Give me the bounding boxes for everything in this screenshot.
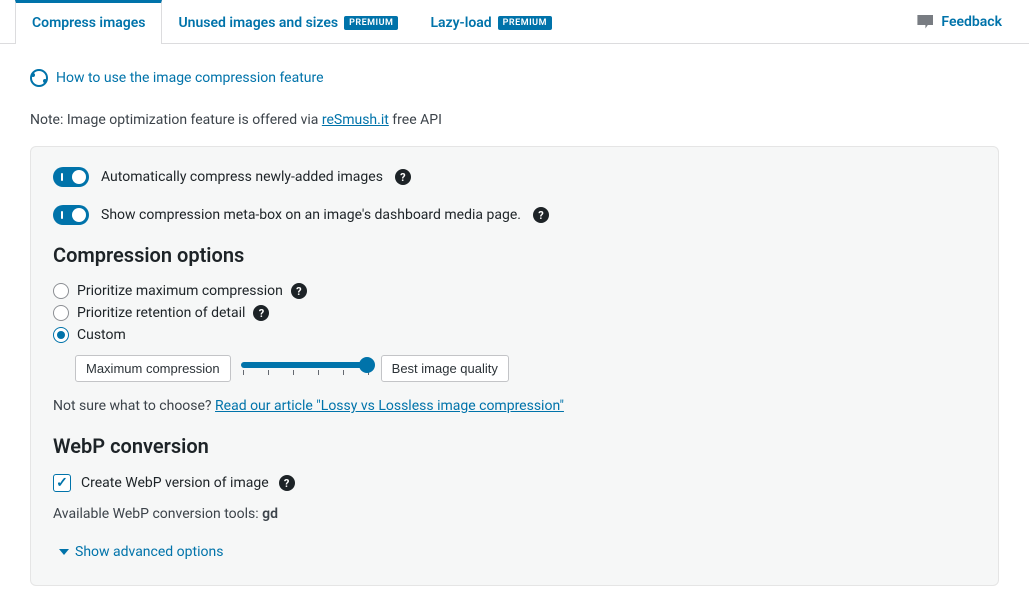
tab-lazy-load[interactable]: Lazy-load PREMIUM <box>414 0 568 43</box>
tab-unused-images[interactable]: Unused images and sizes PREMIUM <box>162 0 414 43</box>
slider-ticks <box>241 370 371 375</box>
checkbox-label: Create WebP version of image <box>81 475 269 491</box>
best-quality-button[interactable]: Best image quality <box>381 355 509 382</box>
radio-label: Custom <box>77 327 126 343</box>
quality-slider[interactable] <box>241 362 371 375</box>
show-advanced-toggle[interactable]: Show advanced options <box>59 544 976 560</box>
toggle-auto-compress-row: Automatically compress newly-added image… <box>53 167 976 187</box>
lossy-article-link[interactable]: Read our article "Lossy vs Lossless imag… <box>215 398 564 414</box>
settings-panel: Automatically compress newly-added image… <box>30 146 999 586</box>
tab-compress-images[interactable]: Compress images <box>15 0 162 44</box>
resmush-link[interactable]: reSmush.it <box>322 112 389 128</box>
main-content: How to use the image compression feature… <box>0 44 1029 611</box>
help-tooltip-icon[interactable]: ? <box>395 169 411 185</box>
advanced-label: Show advanced options <box>75 544 223 560</box>
help-icon <box>30 69 48 87</box>
radio-max-compression[interactable] <box>53 283 69 299</box>
note-prefix: Note: Image optimization feature is offe… <box>30 112 322 128</box>
webp-checkbox[interactable] <box>53 474 71 492</box>
radio-max-compression-row: Prioritize maximum compression ? <box>53 283 976 299</box>
toggle-metabox-row: Show compression meta-box on an image's … <box>53 205 976 225</box>
comment-icon <box>917 15 933 29</box>
radio-custom-row: Custom <box>53 327 976 343</box>
hint-prefix: Not sure what to choose? <box>53 398 215 414</box>
webp-tools-line: Available WebP conversion tools: gd <box>53 506 976 522</box>
webp-checkbox-row: Create WebP version of image ? <box>53 474 976 492</box>
help-link-row: How to use the image compression feature <box>30 69 999 87</box>
chevron-down-icon <box>59 549 69 555</box>
slider-thumb[interactable] <box>359 357 375 373</box>
tab-label: Lazy-load <box>430 15 491 31</box>
tabs-bar: Compress images Unused images and sizes … <box>0 0 1029 44</box>
help-tooltip-icon[interactable]: ? <box>279 475 295 491</box>
radio-label: Prioritize maximum compression <box>77 283 283 299</box>
tools-value: gd <box>262 506 278 522</box>
compression-options-heading: Compression options <box>53 243 976 267</box>
feedback-label: Feedback <box>941 14 1002 30</box>
tools-prefix: Available WebP conversion tools: <box>53 506 262 522</box>
help-tooltip-icon[interactable]: ? <box>533 207 549 223</box>
help-tooltip-icon[interactable]: ? <box>291 283 307 299</box>
note-suffix: free API <box>389 112 442 128</box>
help-tooltip-icon[interactable]: ? <box>253 305 269 321</box>
toggle-metabox[interactable] <box>53 205 89 225</box>
premium-badge: PREMIUM <box>344 16 398 30</box>
webp-heading: WebP conversion <box>53 434 976 458</box>
toggle-auto-compress[interactable] <box>53 167 89 187</box>
toggle-label: Automatically compress newly-added image… <box>101 169 383 185</box>
quality-slider-row: Maximum compression Best image quality <box>75 355 976 382</box>
radio-retention-row: Prioritize retention of detail ? <box>53 305 976 321</box>
radio-retention[interactable] <box>53 305 69 321</box>
feedback-link[interactable]: Feedback <box>917 14 1014 30</box>
compression-hint: Not sure what to choose? Read our articl… <box>53 398 976 414</box>
toggle-label: Show compression meta-box on an image's … <box>101 207 521 223</box>
slider-track <box>241 362 371 368</box>
premium-badge: PREMIUM <box>498 16 552 30</box>
help-link[interactable]: How to use the image compression feature <box>56 70 324 86</box>
api-note: Note: Image optimization feature is offe… <box>30 112 999 128</box>
tab-label: Unused images and sizes <box>178 15 338 31</box>
radio-label: Prioritize retention of detail <box>77 305 245 321</box>
max-compression-button[interactable]: Maximum compression <box>75 355 231 382</box>
tab-label: Compress images <box>32 15 145 31</box>
radio-custom[interactable] <box>53 327 69 343</box>
